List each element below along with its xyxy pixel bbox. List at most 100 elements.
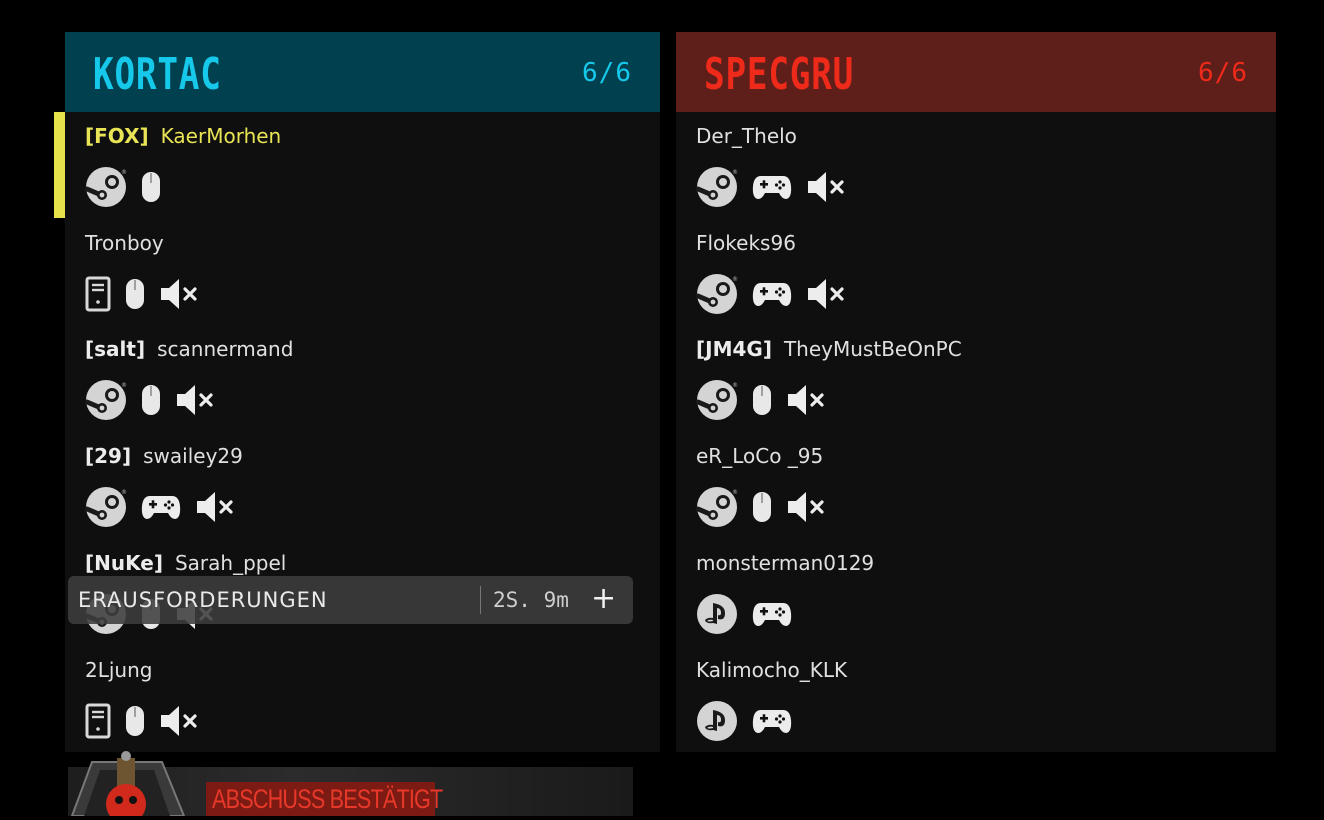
player-row[interactable]: [FOX] KaerMorhen ® — [54, 112, 660, 218]
mute-icon[interactable] — [786, 383, 826, 417]
mute-icon[interactable] — [786, 490, 826, 524]
mute-icon[interactable] — [806, 277, 846, 311]
player-name: scannermand — [157, 337, 294, 362]
expand-plus-icon[interactable]: + — [591, 581, 616, 616]
player-name-line: eR_LoCo _95 — [696, 444, 823, 468]
team-header: KORTAC 6/6 — [65, 32, 660, 112]
player-name-line: Tronboy — [85, 231, 164, 255]
mute-icon[interactable] — [159, 704, 199, 738]
player-name-line: [29] swailey29 — [85, 444, 243, 468]
player-row[interactable]: 2Ljung — [65, 646, 660, 752]
player-icons: ® — [85, 486, 249, 528]
clan-tag: [salt] — [85, 337, 146, 362]
player-row[interactable]: eR_LoCo _95 ® — [676, 432, 1276, 538]
player-row[interactable]: Kalimocho_KLK — [676, 646, 1276, 752]
player-name-line: Kalimocho_KLK — [696, 658, 847, 682]
player-name-line: [salt] scannermand — [85, 337, 293, 361]
player-icons: ® — [696, 486, 840, 528]
mouse-icon — [125, 705, 145, 737]
player-icons — [85, 273, 213, 315]
player-row[interactable]: [29] swailey29 ® — [65, 432, 660, 538]
clan-tag: [FOX] — [85, 124, 149, 148]
team-count: 6/6 — [582, 58, 632, 88]
mute-icon[interactable] — [159, 277, 199, 311]
gamepad-icon — [752, 599, 792, 629]
mute-icon[interactable] — [806, 170, 846, 204]
svg-text:®: ® — [732, 489, 738, 496]
steam-icon: ® — [696, 379, 738, 421]
skull-emblem-icon — [62, 750, 192, 820]
steam-icon: ® — [696, 273, 738, 315]
steam-icon: ® — [85, 379, 127, 421]
player-icons — [696, 593, 806, 635]
playstation-icon — [696, 593, 738, 635]
challenges-label: ERAUSFORDERUNGEN — [78, 588, 328, 612]
gamepad-icon — [752, 706, 792, 736]
kill-confirmed-text: ABSCHUSS BESTÄTIGT — [212, 784, 443, 814]
player-icons — [85, 700, 213, 742]
player-row[interactable]: monsterman0129 — [676, 539, 1276, 645]
pc-icon — [85, 276, 111, 312]
player-icons: ® — [696, 273, 860, 315]
team-panel-specgru: SPECGRU 6/6 Der_Thelo ® Flokeks96 ® [JM4G] Th… — [676, 32, 1276, 752]
svg-text:®: ® — [732, 276, 738, 283]
toast-divider — [480, 586, 481, 614]
svg-text:®: ® — [121, 169, 127, 176]
svg-text:®: ® — [732, 169, 738, 176]
player-name: Flokeks96 — [696, 230, 796, 255]
svg-text:®: ® — [732, 382, 738, 389]
steam-icon: ® — [696, 486, 738, 528]
mute-icon[interactable] — [195, 490, 235, 524]
gamepad-icon — [752, 279, 792, 309]
player-row[interactable]: Tronboy — [65, 219, 660, 325]
player-name: Der_Thelo — [696, 124, 797, 148]
player-row[interactable]: Der_Thelo ® — [676, 112, 1276, 218]
challenges-toast[interactable]: ERAUSFORDERUNGEN 2S. 9m + — [68, 576, 633, 624]
steam-icon: ® — [696, 166, 738, 208]
player-row[interactable]: [salt] scannermand ® — [65, 325, 660, 431]
team-header: SPECGRU 6/6 — [676, 32, 1276, 112]
mouse-icon — [141, 171, 161, 203]
svg-text:®: ® — [121, 489, 127, 496]
playstation-icon — [696, 700, 738, 742]
svg-text:®: ® — [121, 382, 127, 389]
player-name: Kalimocho_KLK — [696, 657, 848, 682]
player-name-line: [FOX] KaerMorhen — [85, 124, 281, 148]
player-icons: ® — [696, 166, 860, 208]
player-name: 2Ljung — [85, 657, 153, 682]
player-name: Tronboy — [85, 230, 164, 255]
player-name-line: Der_Thelo — [696, 124, 797, 148]
player-name: Sarah_ppel — [174, 550, 287, 575]
steam-icon: ® — [85, 166, 127, 208]
player-row[interactable]: Flokeks96 ® — [676, 219, 1276, 325]
player-name-line: [JM4G] TheyMustBeOnPC — [696, 337, 962, 361]
player-name-line: monsterman0129 — [696, 551, 874, 575]
clan-tag: [NuKe] — [85, 550, 163, 575]
player-name: KaerMorhen — [160, 124, 282, 148]
challenges-timer: 2S. 9m — [493, 588, 569, 612]
gamepad-icon — [141, 492, 181, 522]
team-name: SPECGRU — [704, 49, 855, 100]
team-name: KORTAC — [93, 49, 222, 100]
player-name-line: [NuKe] Sarah_ppel — [85, 551, 286, 575]
team-count: 6/6 — [1198, 58, 1248, 88]
player-name: swailey29 — [143, 444, 243, 469]
player-icons: ® — [85, 379, 229, 421]
player-name: eR_LoCo _95 — [696, 444, 824, 469]
player-icons: ® — [696, 379, 840, 421]
player-row[interactable]: [JM4G] TheyMustBeOnPC ® — [676, 325, 1276, 431]
clan-tag: [JM4G] — [696, 337, 772, 362]
player-name: TheyMustBeOnPC — [783, 337, 962, 362]
gamepad-icon — [752, 172, 792, 202]
player-name: monsterman0129 — [696, 550, 875, 575]
mouse-icon — [752, 384, 772, 416]
player-icons — [696, 700, 806, 742]
player-icons: ® — [85, 166, 175, 208]
mute-icon[interactable] — [175, 383, 215, 417]
mouse-icon — [125, 278, 145, 310]
mouse-icon — [752, 491, 772, 523]
player-name-line: 2Ljung — [85, 658, 152, 682]
player-name-line: Flokeks96 — [696, 231, 796, 255]
mouse-icon — [141, 384, 161, 416]
team-panel-kortac: KORTAC 6/6 [FOX] KaerMorhen ® Tronboy [salt]… — [54, 32, 660, 752]
